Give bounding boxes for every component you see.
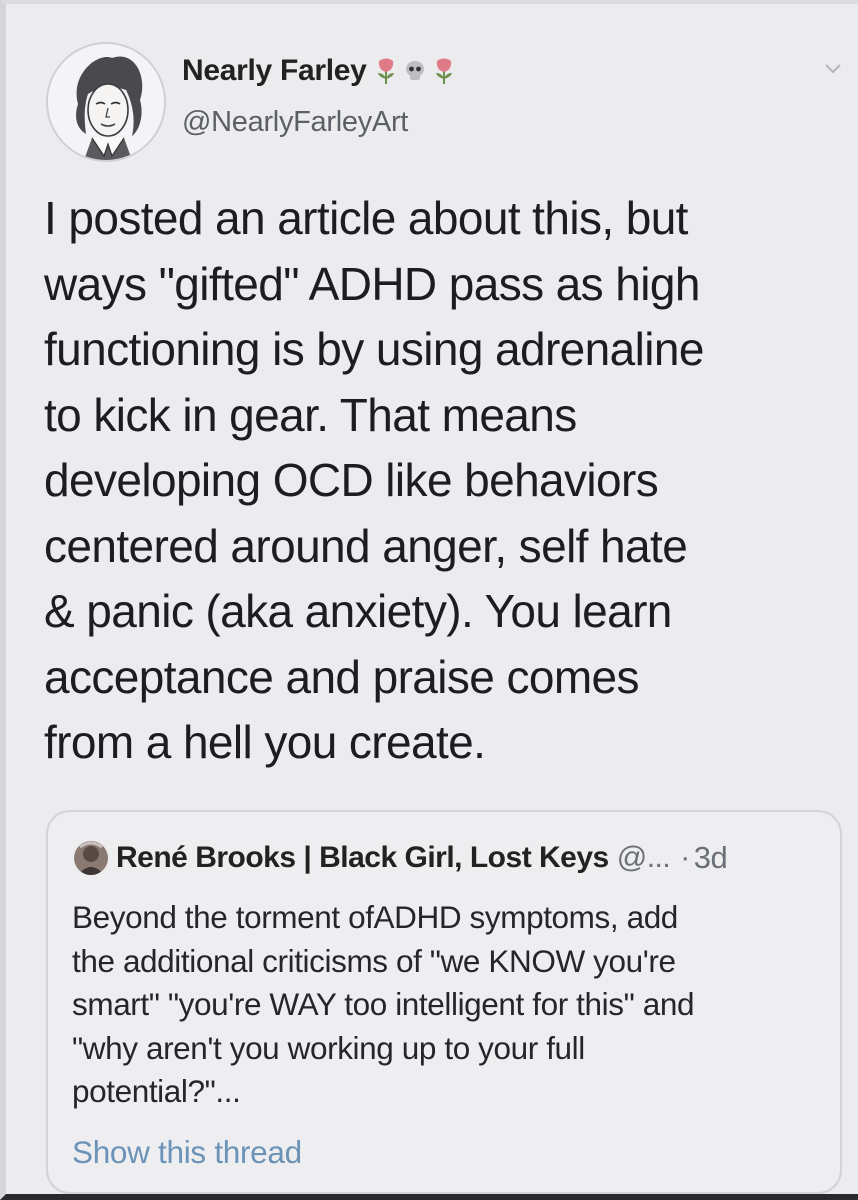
quoted-author-avatar[interactable] xyxy=(74,841,108,875)
tweet-text-line: centered around anger, self hate xyxy=(44,519,688,572)
screenshot-frame: Nearly Farley @NearlyFarleyArt I posted … xyxy=(0,0,858,1200)
avatar-photo-icon xyxy=(74,841,108,875)
quoted-text-line: Beyond the torment ofADHD symptoms, add xyxy=(72,899,678,935)
quoted-timestamp[interactable]: 3d xyxy=(694,840,728,876)
quoted-author-handle[interactable]: @... xyxy=(617,841,671,875)
quoted-text-line: potential?"... xyxy=(72,1073,241,1109)
author-name[interactable]: Nearly Farley xyxy=(182,54,367,88)
tweet-text: I posted an article about this, but ways… xyxy=(44,186,844,776)
skull-emoji-icon xyxy=(405,61,424,80)
tweet-text-line: & panic (aka anxiety). You learn xyxy=(44,585,672,637)
author-avatar[interactable] xyxy=(46,42,166,162)
quoted-text-line: "why aren't you working up to your full xyxy=(72,1029,585,1066)
name-emoji-group xyxy=(375,57,455,85)
quoted-text-line: the additional criticisms of "we KNOW yo… xyxy=(72,942,676,979)
show-thread-link[interactable]: Show this thread xyxy=(72,1134,302,1171)
chevron-down-icon[interactable] xyxy=(824,62,842,76)
tweet-text-line: to kick in gear. That means xyxy=(44,388,577,441)
author-name-row[interactable]: Nearly Farley xyxy=(182,54,455,88)
rose-emoji-icon xyxy=(377,58,394,84)
quoted-tweet-text: Beyond the torment ofADHD symptoms, add … xyxy=(72,896,832,1114)
portrait-illustration xyxy=(48,44,164,160)
quoted-author-name[interactable]: René Brooks | Black Girl, Lost Keys xyxy=(116,841,609,875)
separator-dot: · xyxy=(680,841,690,874)
tweet-text-line: acceptance and praise comes xyxy=(44,650,640,703)
author-handle[interactable]: @NearlyFarleyArt xyxy=(182,106,408,139)
quoted-text-line: smart" "you're WAY too intelligent for t… xyxy=(72,986,695,1022)
quoted-tweet-header: René Brooks | Black Girl, Lost Keys @...… xyxy=(74,840,728,876)
tweet-text-line: developing OCD like behaviors xyxy=(44,454,659,506)
tweet-text-line: functioning is by using adrenaline xyxy=(44,323,704,375)
tweet-text-line: I posted an article about this, but xyxy=(44,192,688,244)
tweet-text-line: from a hell you create. xyxy=(44,716,486,768)
quoted-tweet-card[interactable]: René Brooks | Black Girl, Lost Keys @...… xyxy=(46,810,842,1194)
tweet-text-line: ways "gifted" ADHD pass as high xyxy=(44,257,700,310)
rose-emoji-icon xyxy=(435,58,452,84)
